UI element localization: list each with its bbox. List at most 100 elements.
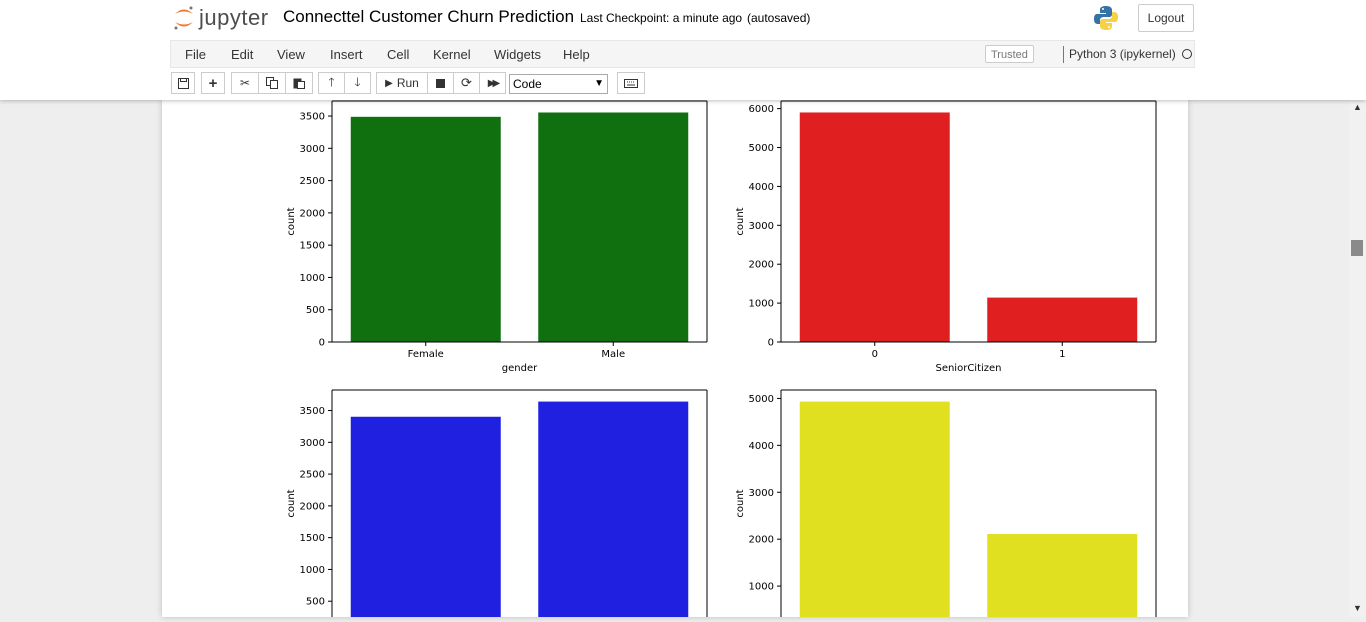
ytick-label-0-2: 1000 [300, 273, 325, 284]
notebook-container: 0 500 1000 1500 2000 2500 3000 3500 Female Male ge… [162, 100, 1188, 622]
ytick-label-1-4: 4000 [749, 182, 774, 193]
command-palette-button[interactable] [617, 72, 645, 94]
ytick-label-2-2: 1500 [300, 533, 325, 544]
menu-view[interactable]: View [277, 47, 305, 62]
bar-3-0 [799, 401, 950, 622]
kernel-name[interactable]: Python 3 (ipykernel) [1069, 47, 1176, 61]
scroll-down-icon[interactable]: ▼ [1353, 603, 1362, 613]
cell-type-select[interactable]: Code ▼ [509, 74, 608, 94]
ytick-label-2-4: 2500 [300, 470, 325, 481]
save-button[interactable] [171, 72, 195, 94]
menu-edit[interactable]: Edit [231, 47, 253, 62]
ytick-label-0-1: 500 [306, 305, 325, 316]
keyboard-icon [624, 78, 638, 88]
move-down-button[interactable]: 🡓 [344, 72, 371, 94]
logo-text: jupyter [199, 5, 269, 30]
bar-1-0 [799, 112, 950, 342]
restart-icon: ⟳ [461, 75, 472, 90]
python-logo-icon [1094, 6, 1118, 30]
ytick-label-0-6: 3000 [300, 144, 325, 155]
ytick-label-2-0: 500 [306, 597, 325, 608]
arrow-up-icon: 🡑 [328, 74, 335, 89]
run-button[interactable]: ▶ Run [376, 72, 428, 94]
ytick-label-3-3: 4000 [749, 441, 774, 452]
ytick-label-3-1: 2000 [749, 535, 774, 546]
menu-kernel[interactable]: Kernel [433, 47, 471, 62]
ytick-label-2-5: 3000 [300, 438, 325, 449]
move-up-button[interactable]: 🡑 [318, 72, 345, 94]
menu-bar: File Edit View Insert Cell Kernel Widget… [170, 40, 1195, 68]
y-axis-label-1: count [735, 207, 746, 235]
paste-icon [293, 78, 305, 89]
copy-icon [266, 77, 278, 89]
plus-icon: + [208, 74, 218, 92]
run-label: Run [396, 76, 419, 90]
ytick-label-1-2: 2000 [749, 260, 774, 271]
scroll-up-icon[interactable]: ▲ [1353, 102, 1362, 112]
interrupt-button[interactable] [427, 72, 454, 94]
save-icon [177, 77, 189, 89]
xtick-label-0-1: Male [601, 349, 625, 360]
restart-run-all-button[interactable]: ▶▶ [479, 72, 506, 94]
ytick-label-0-0: 0 [319, 338, 325, 349]
ytick-label-1-1: 1000 [749, 299, 774, 310]
xtick-label-1-1: 1 [1059, 349, 1065, 360]
notebook-title[interactable]: Connecttel Customer Churn Prediction [283, 7, 574, 27]
stop-icon [436, 78, 445, 88]
ytick-label-1-3: 3000 [749, 221, 774, 232]
menu-widgets[interactable]: Widgets [494, 47, 541, 62]
ytick-label-0-5: 2500 [300, 176, 325, 187]
chevron-down-icon: ▼ [594, 78, 604, 89]
play-icon: ▶ [385, 77, 393, 89]
kernel-idle-icon [1182, 49, 1192, 59]
logout-button[interactable]: Logout [1138, 4, 1194, 32]
fast-forward-icon: ▶▶ [487, 77, 501, 89]
scissors-icon: ✂ [239, 76, 251, 90]
bar-1-1 [987, 297, 1138, 342]
ytick-label-2-3: 2000 [300, 501, 325, 512]
paste-button[interactable] [285, 72, 313, 94]
menu-insert[interactable]: Insert [330, 47, 363, 62]
ytick-label-1-0: 0 [768, 338, 774, 349]
arrow-down-icon: 🡓 [354, 74, 361, 89]
cut-button[interactable]: ✂ [231, 72, 259, 94]
scroll-thumb[interactable] [1351, 240, 1363, 256]
jupyter-logo[interactable]: jupyter [173, 3, 269, 33]
autosave-status: (autosaved) [747, 11, 811, 25]
menu-help[interactable]: Help [563, 47, 590, 62]
menu-file[interactable]: File [185, 47, 206, 62]
scrollbar[interactable]: ▲ ▼ [1349, 100, 1366, 617]
ytick-label-0-7: 3500 [300, 112, 325, 123]
bar-0-1 [538, 112, 689, 342]
ytick-label-2-6: 3500 [300, 406, 325, 417]
ytick-label-3-0: 1000 [749, 582, 774, 593]
cell-type-value: Code [513, 77, 542, 91]
ytick-label-0-4: 2000 [300, 208, 325, 219]
x-axis-label-0: gender [502, 363, 538, 374]
ytick-label-3-4: 5000 [749, 394, 774, 405]
menu-cell[interactable]: Cell [387, 47, 409, 62]
y-axis-label-3: count [735, 489, 746, 517]
ytick-label-3-2: 3000 [749, 488, 774, 499]
bar-0-0 [350, 116, 501, 342]
x-axis-label-1: SeniorCitizen [935, 363, 1001, 374]
bar-2-0 [350, 416, 501, 622]
bar-3-1 [987, 534, 1138, 622]
ytick-label-1-5: 5000 [749, 143, 774, 154]
checkpoint-status: Last Checkpoint: a minute ago [580, 11, 743, 25]
insert-cell-button[interactable]: + [201, 72, 225, 94]
y-axis-label-0: count [286, 207, 297, 235]
xtick-label-0-0: Female [408, 349, 444, 360]
xtick-label-1-0: 0 [872, 349, 878, 360]
bar-2-1 [538, 401, 689, 622]
trusted-badge[interactable]: Trusted [985, 45, 1034, 63]
ytick-label-2-1: 1000 [300, 565, 325, 576]
ytick-label-1-6: 6000 [749, 104, 774, 115]
header: jupyter Connecttel Customer Churn Predic… [0, 0, 1366, 100]
copy-button[interactable] [258, 72, 286, 94]
toolbar: + ✂ 🡑 🡓 ▶ Run ⟳ ▶▶ Code ▼ [170, 72, 870, 96]
chart-output: 0500100015002000250030003500Female Malege… [286, 100, 1157, 622]
ytick-label-0-3: 1500 [300, 241, 325, 252]
kernel-separator [1063, 46, 1064, 63]
restart-button[interactable]: ⟳ [453, 72, 480, 94]
